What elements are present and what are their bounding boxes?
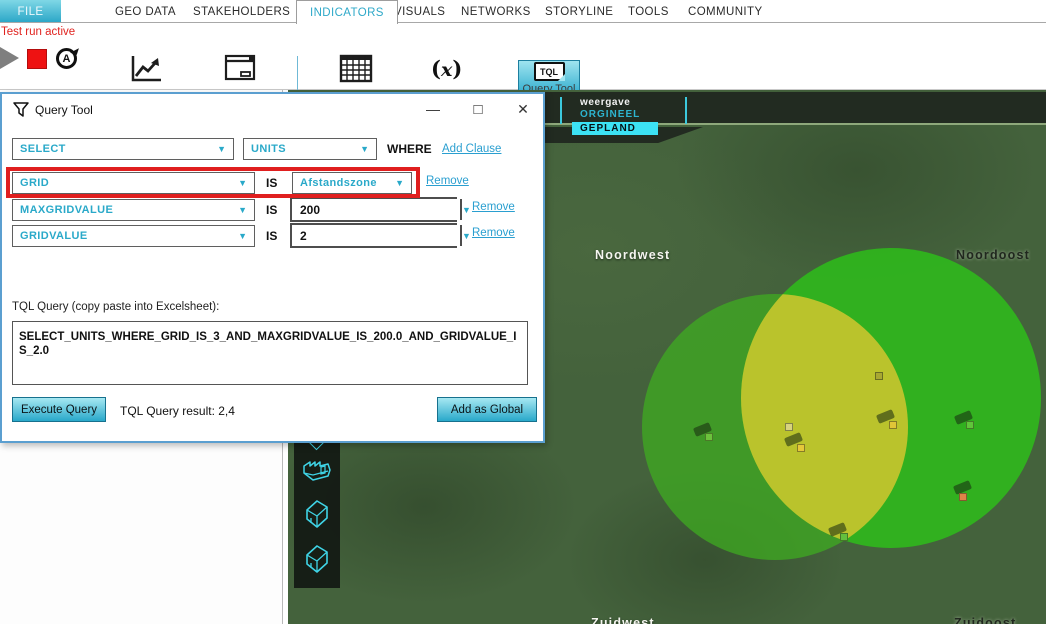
clause-field-dropdown[interactable]: GRIDVALUE ▼ bbox=[12, 225, 255, 247]
ribbon-toolbar: Test run active A Indicators bbox=[0, 23, 1046, 90]
play-icon[interactable] bbox=[0, 47, 19, 69]
tql-query-text[interactable]: SELECT_UNITS_WHERE_GRID_IS_3_AND_MAXGRID… bbox=[12, 321, 528, 385]
auto-run-icon[interactable]: A bbox=[56, 48, 77, 69]
chevron-down-icon[interactable]: ▼ bbox=[460, 199, 471, 220]
window-icon bbox=[222, 54, 258, 89]
remove-clause-link[interactable]: Remove bbox=[472, 201, 515, 213]
dialog-title: Query Tool bbox=[35, 103, 93, 117]
menu-item-storyline[interactable]: STORYLINE bbox=[545, 0, 613, 23]
region-label: Zuidwest bbox=[591, 616, 655, 624]
menu-item-stakeholders[interactable]: STAKEHOLDERS bbox=[193, 0, 290, 23]
chevron-down-icon: ▼ bbox=[360, 144, 369, 154]
query-tool-dialog: Query Tool — □ ✕ SELECT ▼ UNITS ▼ WHERE … bbox=[0, 92, 545, 443]
unit-marker[interactable] bbox=[889, 421, 897, 429]
filter-icon bbox=[12, 101, 30, 124]
region-label: Noordwest bbox=[595, 248, 670, 262]
minimize-icon[interactable]: — bbox=[420, 96, 446, 122]
select-dropdown[interactable]: SELECT ▼ bbox=[12, 138, 234, 160]
unit-marker[interactable] bbox=[875, 372, 883, 380]
application-window: FILE GEO DATA STAKEHOLDERS INDICATORS VI… bbox=[0, 0, 1046, 624]
chevron-down-icon: ▼ bbox=[395, 178, 404, 188]
execute-query-button[interactable]: Execute Query bbox=[12, 397, 106, 422]
unit-marker[interactable] bbox=[966, 421, 974, 429]
units-dropdown[interactable]: UNITS ▼ bbox=[243, 138, 377, 160]
clause-value: Afstandszone bbox=[300, 177, 391, 189]
clause-value-dropdown[interactable]: Afstandszone ▼ bbox=[292, 172, 412, 194]
add-as-global-button[interactable]: Add as Global bbox=[437, 397, 537, 422]
clause-value-combo: ▼ bbox=[290, 197, 457, 222]
clause-field-value: GRID bbox=[20, 177, 234, 189]
unit-marker[interactable] bbox=[785, 423, 793, 431]
clause-field-dropdown[interactable]: GRID ▼ bbox=[12, 172, 255, 194]
view-option-origineel[interactable]: ORGINEEL bbox=[580, 109, 640, 120]
clause-value-combo: ▼ bbox=[290, 223, 457, 248]
menu-item-indicators[interactable]: INDICATORS bbox=[296, 0, 398, 24]
remove-clause-link[interactable]: Remove bbox=[472, 227, 515, 239]
view-option-gepland[interactable]: GEPLAND bbox=[572, 122, 658, 135]
house-icon[interactable] bbox=[301, 542, 333, 576]
factory-icon[interactable] bbox=[301, 453, 333, 487]
menu-bar: FILE GEO DATA STAKEHOLDERS INDICATORS VI… bbox=[0, 0, 1046, 23]
select-value: SELECT bbox=[20, 143, 213, 155]
unit-marker[interactable] bbox=[797, 444, 805, 452]
tql-query-label: TQL Query (copy paste into Excelsheet): bbox=[12, 301, 219, 313]
view-panel-title: weergave bbox=[580, 97, 630, 108]
chevron-down-icon: ▼ bbox=[238, 178, 247, 188]
region-label: Zuidoost bbox=[954, 616, 1016, 624]
menu-file-tab[interactable]: FILE bbox=[0, 0, 61, 23]
unit-marker[interactable] bbox=[840, 533, 848, 541]
table-icon bbox=[338, 54, 374, 89]
chevron-down-icon: ▼ bbox=[238, 205, 247, 215]
where-label: WHERE bbox=[387, 142, 432, 156]
tql-document-icon: TQL bbox=[534, 62, 565, 81]
clause-field-value: MAXGRIDVALUE bbox=[20, 204, 234, 216]
stop-icon[interactable] bbox=[27, 49, 47, 69]
chevron-down-icon: ▼ bbox=[238, 231, 247, 241]
panel-divider-line bbox=[685, 97, 687, 124]
units-value: UNITS bbox=[251, 143, 356, 155]
query-result-text: TQL Query result: 2,4 bbox=[120, 404, 235, 418]
unit-marker[interactable] bbox=[959, 493, 967, 501]
panel-divider-line bbox=[560, 97, 562, 124]
menu-item-geo-data[interactable]: GEO DATA bbox=[115, 0, 176, 23]
is-operator: IS bbox=[266, 176, 277, 190]
house-icon[interactable] bbox=[301, 497, 333, 531]
test-run-status: Test run active bbox=[1, 26, 75, 38]
globals-x-icon: (x) bbox=[431, 54, 462, 85]
menu-item-community[interactable]: COMMUNITY bbox=[688, 0, 763, 23]
clause-field-dropdown[interactable]: MAXGRIDVALUE ▼ bbox=[12, 199, 255, 221]
clause-field-value: GRIDVALUE bbox=[20, 230, 234, 242]
chevron-down-icon[interactable]: ▼ bbox=[460, 225, 471, 246]
map-tool-sidebar bbox=[294, 443, 340, 588]
chart-arrow-icon bbox=[128, 54, 164, 89]
remove-clause-link[interactable]: Remove bbox=[426, 175, 469, 187]
chevron-down-icon: ▼ bbox=[217, 144, 226, 154]
region-label: Noordoost bbox=[956, 248, 1030, 262]
clause-value-input[interactable] bbox=[292, 225, 460, 246]
maximize-icon[interactable]: □ bbox=[465, 96, 491, 122]
add-clause-link[interactable]: Add Clause bbox=[442, 143, 501, 155]
clause-value-input[interactable] bbox=[292, 199, 460, 220]
is-operator: IS bbox=[266, 229, 277, 243]
menu-item-visuals[interactable]: VISUALS bbox=[394, 0, 445, 23]
dialog-title-bar[interactable]: Query Tool — □ ✕ bbox=[2, 94, 543, 126]
close-icon[interactable]: ✕ bbox=[510, 96, 536, 122]
menu-item-networks[interactable]: NETWORKS bbox=[461, 0, 531, 23]
menu-item-tools[interactable]: TOOLS bbox=[628, 0, 669, 23]
is-operator: IS bbox=[266, 203, 277, 217]
unit-marker[interactable] bbox=[705, 433, 713, 441]
